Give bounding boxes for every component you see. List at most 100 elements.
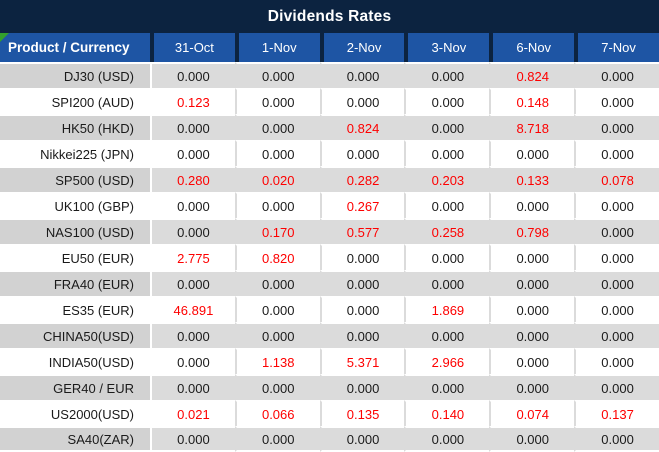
value-cell: 0.267 <box>319 192 405 218</box>
value-cell: 0.021 <box>150 400 235 426</box>
table-row: Nikkei225 (JPN) 0.000 0.000 0.000 0.000 0.000… <box>0 140 659 166</box>
value-cell: 0.000 <box>574 62 659 88</box>
value-cell: 0.074 <box>489 400 575 426</box>
value-cell: 0.000 <box>489 426 575 452</box>
table-row: EU50 (EUR) 2.775 0.820 0.000 0.000 0.000 0.000 <box>0 244 659 270</box>
value-cell: 1.869 <box>404 296 490 322</box>
product-cell: FRA40 (EUR) <box>0 270 150 296</box>
value-cell: 0.000 <box>574 192 659 218</box>
value-cell: 0.000 <box>234 426 320 452</box>
value-cell: 0.000 <box>150 140 235 166</box>
table-row: UK100 (GBP) 0.000 0.000 0.267 0.000 0.000 0.00… <box>0 192 659 218</box>
value-cell: 0.000 <box>319 270 405 296</box>
value-cell: 0.000 <box>234 322 320 348</box>
value-cell: 0.000 <box>574 270 659 296</box>
value-cell: 0.000 <box>404 192 490 218</box>
table-row: US2000(USD) 0.021 0.066 0.135 0.140 0.074 0.13… <box>0 400 659 426</box>
value-cell: 0.203 <box>404 166 490 192</box>
value-cell: 0.000 <box>404 322 490 348</box>
value-cell: 0.000 <box>489 192 575 218</box>
col-header-date-3: 2-Nov <box>319 33 405 62</box>
value-cell: 0.000 <box>150 426 235 452</box>
table-row: NAS100 (USD) 0.000 0.170 0.577 0.258 0.798 0.0… <box>0 218 659 244</box>
table-row: HK50 (HKD) 0.000 0.000 0.824 0.000 8.718 0.000 <box>0 114 659 140</box>
value-cell: 2.775 <box>150 244 235 270</box>
value-cell: 2.966 <box>404 348 490 374</box>
value-cell: 0.000 <box>150 322 235 348</box>
value-cell: 0.000 <box>489 322 575 348</box>
value-cell: 0.000 <box>319 140 405 166</box>
title-bar: Dividends Rates <box>0 0 659 33</box>
value-cell: 0.258 <box>404 218 490 244</box>
value-cell: 0.000 <box>150 374 235 400</box>
value-cell: 0.000 <box>489 140 575 166</box>
value-cell: 0.078 <box>574 166 659 192</box>
value-cell: 0.000 <box>234 140 320 166</box>
dividends-rates-table: Product / Currency 31-Oct 1-Nov 2-Nov 3-… <box>0 33 659 452</box>
product-cell: DJ30 (USD) <box>0 62 150 88</box>
table-row: FRA40 (EUR) 0.000 0.000 0.000 0.000 0.000 0.00… <box>0 270 659 296</box>
value-cell: 0.000 <box>404 88 490 114</box>
page-title: Dividends Rates <box>267 7 392 25</box>
value-cell: 0.000 <box>150 114 235 140</box>
value-cell: 0.020 <box>234 166 320 192</box>
value-cell: 0.000 <box>404 270 490 296</box>
value-cell: 0.000 <box>574 88 659 114</box>
value-cell: 0.000 <box>150 218 235 244</box>
value-cell: 0.000 <box>404 114 490 140</box>
product-cell: US2000(USD) <box>0 400 150 426</box>
value-cell: 0.000 <box>234 296 320 322</box>
value-cell: 8.718 <box>489 114 575 140</box>
product-cell: INDIA50(USD) <box>0 348 150 374</box>
value-cell: 0.282 <box>319 166 405 192</box>
product-cell: UK100 (GBP) <box>0 192 150 218</box>
value-cell: 0.135 <box>319 400 405 426</box>
value-cell: 1.138 <box>234 348 320 374</box>
value-cell: 0.137 <box>574 400 659 426</box>
col-header-date-5: 6-Nov <box>489 33 575 62</box>
value-cell: 5.371 <box>319 348 405 374</box>
value-cell: 0.000 <box>404 374 490 400</box>
value-cell: 0.000 <box>574 426 659 452</box>
value-cell: 0.000 <box>234 192 320 218</box>
value-cell: 0.000 <box>574 114 659 140</box>
value-cell: 0.824 <box>319 114 405 140</box>
table-row: DJ30 (USD) 0.000 0.000 0.000 0.000 0.824 0.000 <box>0 62 659 88</box>
header-row: Product / Currency 31-Oct 1-Nov 2-Nov 3-… <box>0 33 659 62</box>
col-header-date-4: 3-Nov <box>404 33 490 62</box>
value-cell: 0.000 <box>234 114 320 140</box>
product-cell: EU50 (EUR) <box>0 244 150 270</box>
value-cell: 0.133 <box>489 166 575 192</box>
dividends-rates-widget: Dividends Rates Product / Currency 31-Oc… <box>0 0 659 452</box>
value-cell: 0.000 <box>404 140 490 166</box>
value-cell: 0.000 <box>234 88 320 114</box>
value-cell: 0.000 <box>319 426 405 452</box>
product-cell: ES35 (EUR) <box>0 296 150 322</box>
value-cell: 0.123 <box>150 88 235 114</box>
value-cell: 0.000 <box>319 88 405 114</box>
value-cell: 0.577 <box>319 218 405 244</box>
value-cell: 0.000 <box>574 296 659 322</box>
col-header-product-label: Product / Currency <box>8 40 130 55</box>
value-cell: 0.000 <box>574 244 659 270</box>
value-cell: 0.000 <box>489 374 575 400</box>
value-cell: 0.066 <box>234 400 320 426</box>
product-cell: NAS100 (USD) <box>0 218 150 244</box>
value-cell: 0.000 <box>489 244 575 270</box>
col-header-date-6: 7-Nov <box>574 33 659 62</box>
product-cell: SA40(ZAR) <box>0 426 150 452</box>
value-cell: 0.000 <box>319 322 405 348</box>
product-cell: Nikkei225 (JPN) <box>0 140 150 166</box>
value-cell: 0.000 <box>150 270 235 296</box>
value-cell: 0.000 <box>574 322 659 348</box>
value-cell: 0.000 <box>319 296 405 322</box>
value-cell: 0.170 <box>234 218 320 244</box>
green-corner-icon <box>0 33 9 42</box>
value-cell: 0.820 <box>234 244 320 270</box>
value-cell: 0.000 <box>404 244 490 270</box>
value-cell: 0.798 <box>489 218 575 244</box>
value-cell: 0.148 <box>489 88 575 114</box>
product-cell: CHINA50(USD) <box>0 322 150 348</box>
table-row: SP500 (USD) 0.280 0.020 0.282 0.203 0.133 0.07… <box>0 166 659 192</box>
col-header-date-1: 31-Oct <box>150 33 235 62</box>
